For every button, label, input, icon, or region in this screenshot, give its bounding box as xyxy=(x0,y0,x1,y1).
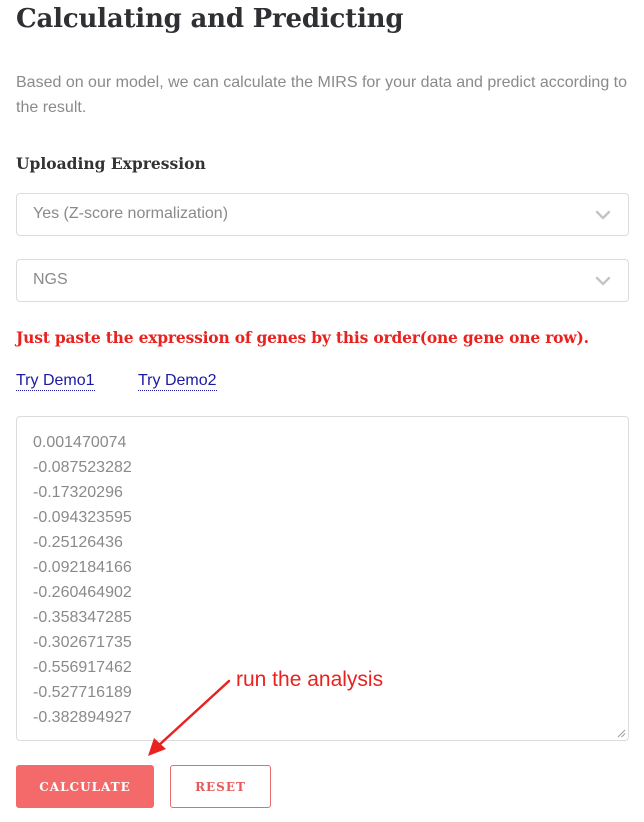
expression-value: -0.087523282 xyxy=(33,459,132,476)
normalization-select[interactable]: Yes (Z-score normalization) xyxy=(16,193,629,236)
expression-textarea[interactable]: 0.001470074 -0.087523282 -0.17320296 -0.… xyxy=(16,416,629,741)
try-demo2-link[interactable]: Try Demo2 xyxy=(138,371,217,391)
chevron-down-icon xyxy=(595,210,611,220)
expression-value: -0.358347285 xyxy=(33,609,132,626)
resize-handle-icon[interactable] xyxy=(616,728,626,738)
expression-value: -0.092184166 xyxy=(33,559,132,576)
expression-value: -0.094323595 xyxy=(33,509,132,526)
expression-value: -0.527716189 xyxy=(33,684,132,701)
expression-value: -0.17320296 xyxy=(33,484,123,501)
platform-select[interactable]: NGS xyxy=(16,259,629,302)
chevron-down-icon xyxy=(595,276,611,286)
annotation-text: run the analysis xyxy=(236,668,384,691)
normalization-select-value: Yes (Z-score normalization) xyxy=(33,205,229,222)
annotation-arrow-icon xyxy=(148,679,231,756)
expression-value: -0.25126436 xyxy=(33,534,123,551)
expression-value: -0.302671735 xyxy=(33,634,132,651)
calculate-button[interactable]: CALCULATE xyxy=(16,765,154,808)
page-description: Based on our model, we can calculate the… xyxy=(16,74,628,116)
page-title: Calculating and Predicting xyxy=(16,4,404,34)
platform-select-value: NGS xyxy=(33,271,68,288)
expression-value: -0.260464902 xyxy=(33,584,132,601)
try-demo1-link[interactable]: Try Demo1 xyxy=(16,371,95,391)
expression-value: -0.382894927 xyxy=(33,709,132,726)
paste-instruction: Just paste the expression of genes by th… xyxy=(16,328,589,347)
expression-values: 0.001470074 -0.087523282 -0.17320296 -0.… xyxy=(33,430,132,730)
section-label: Uploading Expression xyxy=(16,154,206,173)
reset-button[interactable]: RESET xyxy=(170,765,271,808)
expression-value: 0.001470074 xyxy=(33,434,127,451)
expression-value: -0.556917462 xyxy=(33,659,132,676)
